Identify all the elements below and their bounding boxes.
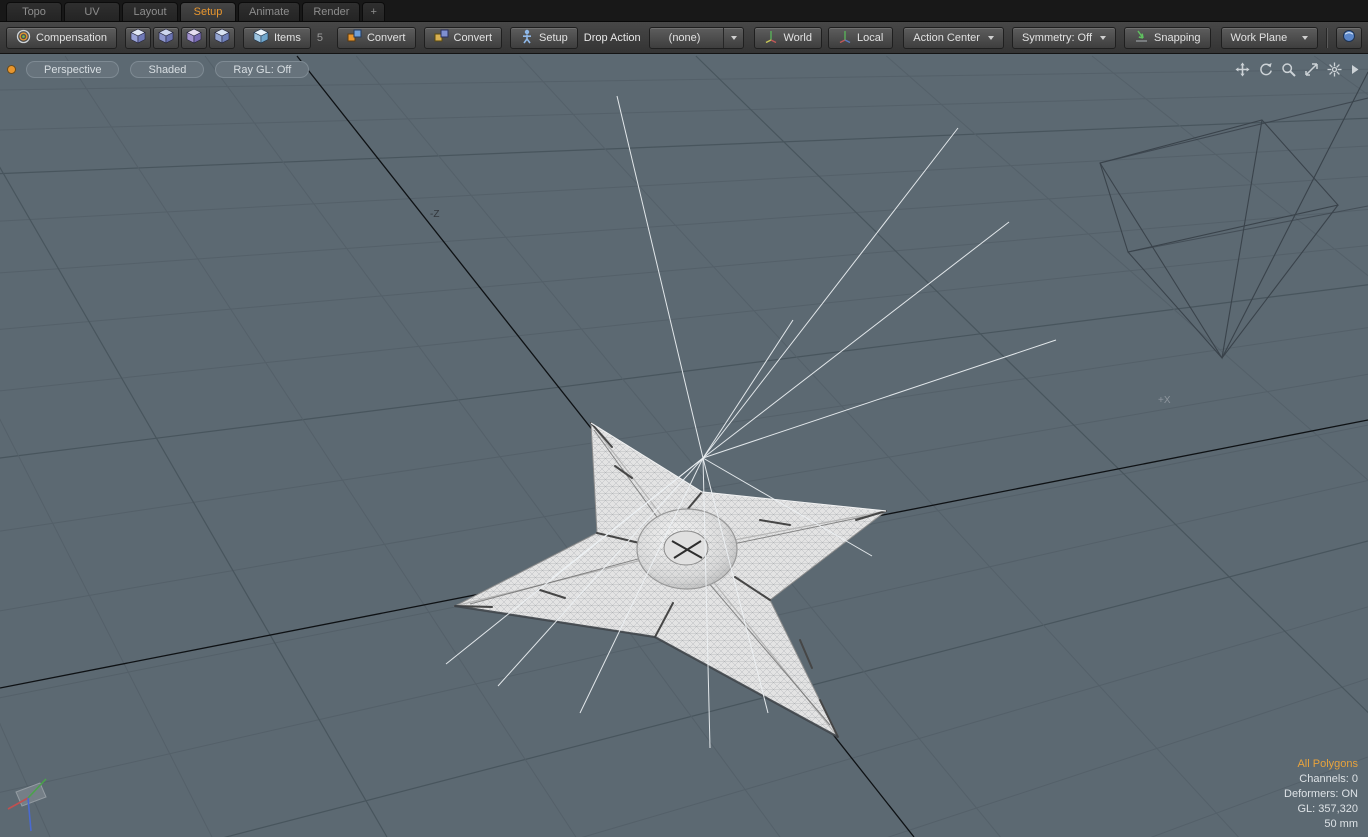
raygl-toggle[interactable]: Ray GL: Off: [215, 61, 310, 78]
items-button[interactable]: Items: [242, 26, 311, 49]
main-toolbar: Compensation Items 5 Convert Convert Set…: [0, 22, 1368, 54]
snapping-icon: [1134, 29, 1149, 47]
action-center-dropdown[interactable]: Action Center: [903, 26, 1004, 49]
axis-gizmo: [7, 778, 47, 832]
selection-mode-readout: All Polygons: [1297, 758, 1358, 770]
convert-icon: [434, 29, 449, 47]
rotate-view-icon[interactable]: [1258, 62, 1273, 77]
zoom-icon[interactable]: [1281, 62, 1296, 77]
paint-tool-button[interactable]: [1336, 26, 1363, 49]
drop-action-label: Drop Action: [583, 31, 641, 44]
deformers-readout: Deformers: ON: [1284, 788, 1358, 800]
items-cube-icon: [253, 28, 269, 47]
cube-tool-button-1[interactable]: [124, 26, 151, 49]
viewport-nav-icons: [1235, 62, 1360, 77]
tab-setup[interactable]: Setup: [180, 2, 236, 21]
tab-topo[interactable]: Topo: [6, 2, 62, 21]
drop-action-dropdown[interactable]: (none): [648, 26, 745, 49]
grid-size-readout: 50 mm: [1324, 818, 1358, 830]
tab-add[interactable]: +: [362, 2, 385, 21]
ground-grid: [0, 55, 1368, 837]
snapping-label: Snapping: [1154, 31, 1201, 44]
paint-tool-icon: [1341, 28, 1357, 47]
chevron-down-icon: [1302, 35, 1309, 40]
3d-viewport[interactable]: Perspective Shaded Ray GL: Off -Z +X All…: [0, 54, 1368, 837]
symmetry-label: Symmetry: Off: [1021, 31, 1093, 44]
pan-icon[interactable]: [1235, 62, 1250, 77]
gl-count-readout: GL: 357,320: [1297, 803, 1358, 815]
flyout-icon[interactable]: [1350, 63, 1360, 76]
convert-icon: [347, 29, 362, 47]
chevron-down-icon: [1100, 35, 1107, 40]
viewport-stats: All Polygons Channels: 0 Deformers: ON G…: [1284, 757, 1358, 832]
cube-tool-button-2[interactable]: [152, 26, 179, 49]
maximize-icon[interactable]: [1304, 62, 1319, 77]
compensation-label: Compensation: [36, 31, 107, 44]
convert-b-label: Convert: [453, 31, 493, 44]
local-label: Local: [856, 31, 884, 44]
chevron-down-icon: [987, 35, 994, 40]
workspace-tabbar: Topo UV Layout Setup Animate Render +: [0, 0, 1368, 22]
compensation-button[interactable]: Compensation: [6, 26, 117, 49]
work-plane-label: Work Plane: [1230, 31, 1288, 44]
cube-icon: [186, 28, 202, 47]
cube-tool-button-3[interactable]: [180, 26, 207, 49]
viewport-3d-canvas[interactable]: [0, 54, 1368, 837]
camera-frustum[interactable]: [1099, 71, 1368, 360]
tab-render[interactable]: Render: [302, 2, 361, 21]
channels-readout: Channels: 0: [1299, 773, 1358, 785]
world-button[interactable]: World: [754, 26, 822, 49]
compensation-icon: [16, 29, 31, 47]
local-button[interactable]: Local: [827, 26, 894, 49]
convert-button-b[interactable]: Convert: [423, 26, 503, 49]
axis-label-negz: -Z: [430, 209, 440, 220]
snapping-button[interactable]: Snapping: [1124, 26, 1211, 49]
setup-button[interactable]: Setup: [510, 26, 578, 49]
setup-figure-icon: [520, 29, 534, 47]
viewport-mode-bar: Perspective Shaded Ray GL: Off: [8, 61, 310, 78]
items-label: Items: [273, 31, 301, 44]
settings-icon[interactable]: [1327, 62, 1342, 77]
local-axes-icon: [838, 29, 852, 46]
cube-icon: [214, 28, 230, 47]
items-count: 5: [316, 31, 323, 44]
axis-label-posx: +X: [1158, 395, 1171, 406]
projection-selector[interactable]: Perspective: [26, 61, 120, 78]
cube-icon: [158, 28, 174, 47]
convert-button-a[interactable]: Convert: [336, 26, 416, 49]
convert-a-label: Convert: [366, 31, 406, 44]
tab-layout[interactable]: Layout: [122, 2, 178, 21]
cube-icon: [130, 28, 146, 47]
setup-label: Setup: [539, 31, 568, 44]
symmetry-dropdown[interactable]: Symmetry: Off: [1011, 26, 1117, 49]
drop-action-value: (none): [668, 31, 701, 44]
world-axes-icon: [764, 29, 778, 46]
work-plane-dropdown[interactable]: Work Plane: [1220, 26, 1319, 49]
viewport-active-indicator-icon: [8, 66, 15, 73]
chevron-down-icon: [723, 27, 743, 48]
app-window: Topo UV Layout Setup Animate Render + Co…: [0, 0, 1368, 837]
tab-uv[interactable]: UV: [64, 2, 120, 21]
tab-animate[interactable]: Animate: [238, 2, 301, 21]
star-model[interactable]: [453, 422, 888, 739]
world-label: World: [783, 31, 812, 44]
toolbar-separator: [1326, 27, 1329, 48]
action-center-label: Action Center: [913, 31, 980, 44]
cube-tool-button-4[interactable]: [208, 26, 235, 49]
shading-selector[interactable]: Shaded: [130, 61, 205, 78]
